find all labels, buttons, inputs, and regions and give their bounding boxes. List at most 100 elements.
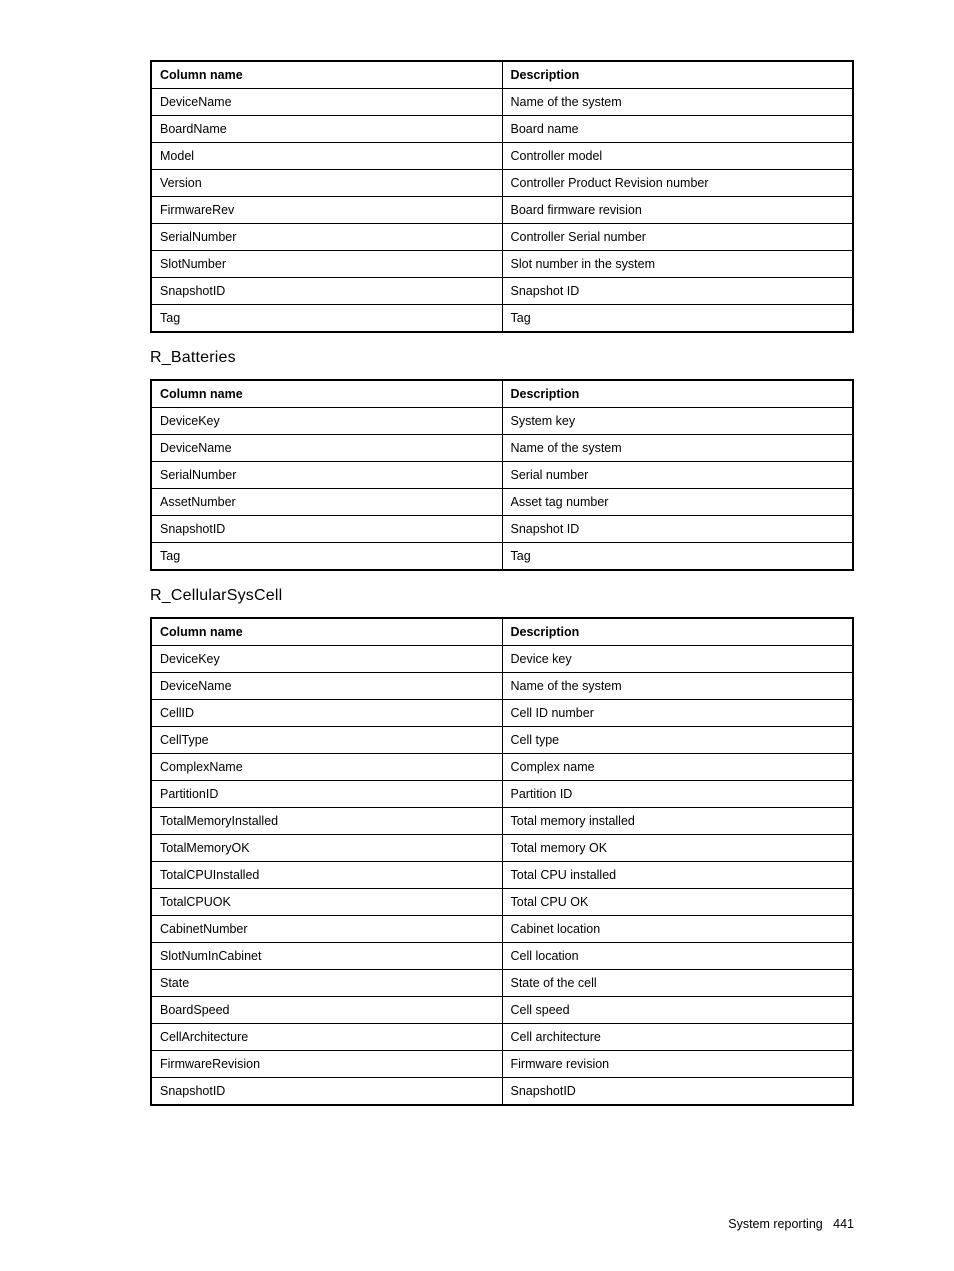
cell-description: Total CPU OK xyxy=(502,889,853,916)
cell-column-name: BoardSpeed xyxy=(151,997,502,1024)
cell-column-name: CabinetNumber xyxy=(151,916,502,943)
table-header-row: Column name Description xyxy=(151,380,853,408)
table-row: SnapshotIDSnapshotID xyxy=(151,1078,853,1106)
table-row: SlotNumberSlot number in the system xyxy=(151,251,853,278)
cell-description: Name of the system xyxy=(502,89,853,116)
footer-section: System reporting xyxy=(728,1217,822,1231)
cell-column-name: CellArchitecture xyxy=(151,1024,502,1051)
cell-column-name: TotalMemoryInstalled xyxy=(151,808,502,835)
cell-description: Cell location xyxy=(502,943,853,970)
table-row: TotalCPUOKTotal CPU OK xyxy=(151,889,853,916)
table-row: SerialNumberController Serial number xyxy=(151,224,853,251)
table-row: TagTag xyxy=(151,305,853,333)
cell-description: Cell speed xyxy=(502,997,853,1024)
cell-description: Cell architecture xyxy=(502,1024,853,1051)
cell-description: Controller Serial number xyxy=(502,224,853,251)
footer-page-number: 441 xyxy=(833,1217,854,1231)
cell-description: Serial number xyxy=(502,462,853,489)
cell-description: State of the cell xyxy=(502,970,853,997)
cell-column-name: PartitionID xyxy=(151,781,502,808)
cell-column-name: DeviceName xyxy=(151,435,502,462)
table-row: BoardNameBoard name xyxy=(151,116,853,143)
table-row: TagTag xyxy=(151,543,853,571)
cell-column-name: DeviceKey xyxy=(151,408,502,435)
table-row: DeviceNameName of the system xyxy=(151,89,853,116)
cell-column-name: Tag xyxy=(151,543,502,571)
cell-description: Slot number in the system xyxy=(502,251,853,278)
cell-description: Complex name xyxy=(502,754,853,781)
cell-description: Controller model xyxy=(502,143,853,170)
table-row: VersionController Product Revision numbe… xyxy=(151,170,853,197)
header-description: Description xyxy=(502,61,853,89)
cell-column-name: DeviceName xyxy=(151,89,502,116)
cell-description: Total CPU installed xyxy=(502,862,853,889)
cell-description: SnapshotID xyxy=(502,1078,853,1106)
cell-description: System key xyxy=(502,408,853,435)
cell-description: Partition ID xyxy=(502,781,853,808)
cell-column-name: FirmwareRev xyxy=(151,197,502,224)
cell-column-name: DeviceKey xyxy=(151,646,502,673)
cell-column-name: Tag xyxy=(151,305,502,333)
cell-description: Asset tag number xyxy=(502,489,853,516)
header-column-name: Column name xyxy=(151,380,502,408)
table-row: BoardSpeedCell speed xyxy=(151,997,853,1024)
table-row: CellIDCell ID number xyxy=(151,700,853,727)
cell-column-name: SnapshotID xyxy=(151,516,502,543)
cell-column-name: SerialNumber xyxy=(151,224,502,251)
header-column-name: Column name xyxy=(151,61,502,89)
header-description: Description xyxy=(502,380,853,408)
cell-column-name: AssetNumber xyxy=(151,489,502,516)
cell-column-name: TotalMemoryOK xyxy=(151,835,502,862)
cell-description: Device key xyxy=(502,646,853,673)
cell-column-name: TotalCPUOK xyxy=(151,889,502,916)
cell-description: Snapshot ID xyxy=(502,278,853,305)
table-row: DeviceNameName of the system xyxy=(151,435,853,462)
cell-description: Controller Product Revision number xyxy=(502,170,853,197)
table-row: TotalCPUInstalledTotal CPU installed xyxy=(151,862,853,889)
cell-column-name: SlotNumber xyxy=(151,251,502,278)
cell-description: Total memory installed xyxy=(502,808,853,835)
cell-column-name: CellID xyxy=(151,700,502,727)
table-row: FirmwareRevisionFirmware revision xyxy=(151,1051,853,1078)
table-1: Column name Description DeviceNameName o… xyxy=(150,60,854,333)
cell-description: Board name xyxy=(502,116,853,143)
cell-column-name: DeviceName xyxy=(151,673,502,700)
cell-description: Cabinet location xyxy=(502,916,853,943)
cell-column-name: TotalCPUInstalled xyxy=(151,862,502,889)
table-row: SlotNumInCabinetCell location xyxy=(151,943,853,970)
cell-description: Cell type xyxy=(502,727,853,754)
cell-column-name: SnapshotID xyxy=(151,1078,502,1106)
table-cellularsyscell: Column name Description DeviceKeyDevice … xyxy=(150,617,854,1106)
cell-description: Name of the system xyxy=(502,435,853,462)
cell-description: Board firmware revision xyxy=(502,197,853,224)
table-row: CellTypeCell type xyxy=(151,727,853,754)
table-row: ComplexNameComplex name xyxy=(151,754,853,781)
table-row: CabinetNumberCabinet location xyxy=(151,916,853,943)
header-column-name: Column name xyxy=(151,618,502,646)
cell-column-name: CellType xyxy=(151,727,502,754)
header-description: Description xyxy=(502,618,853,646)
table-row: TotalMemoryOKTotal memory OK xyxy=(151,835,853,862)
cell-column-name: SlotNumInCabinet xyxy=(151,943,502,970)
section-title-cellularsyscell: R_CellularSysCell xyxy=(150,587,854,605)
section-title-batteries: R_Batteries xyxy=(150,349,854,367)
table-row: SnapshotIDSnapshot ID xyxy=(151,516,853,543)
page-container: Column name Description DeviceNameName o… xyxy=(0,0,954,1271)
table-header-row: Column name Description xyxy=(151,618,853,646)
table-row: FirmwareRevBoard firmware revision xyxy=(151,197,853,224)
cell-description: Total memory OK xyxy=(502,835,853,862)
table-row: DeviceKeySystem key xyxy=(151,408,853,435)
cell-column-name: State xyxy=(151,970,502,997)
table-row: ModelController model xyxy=(151,143,853,170)
table-row: SnapshotIDSnapshot ID xyxy=(151,278,853,305)
table-batteries: Column name Description DeviceKeySystem … xyxy=(150,379,854,571)
table-row: SerialNumberSerial number xyxy=(151,462,853,489)
table-row: StateState of the cell xyxy=(151,970,853,997)
cell-column-name: Model xyxy=(151,143,502,170)
cell-column-name: SnapshotID xyxy=(151,278,502,305)
cell-description: Tag xyxy=(502,305,853,333)
cell-column-name: Version xyxy=(151,170,502,197)
table-row: PartitionIDPartition ID xyxy=(151,781,853,808)
cell-column-name: SerialNumber xyxy=(151,462,502,489)
table-row: DeviceNameName of the system xyxy=(151,673,853,700)
